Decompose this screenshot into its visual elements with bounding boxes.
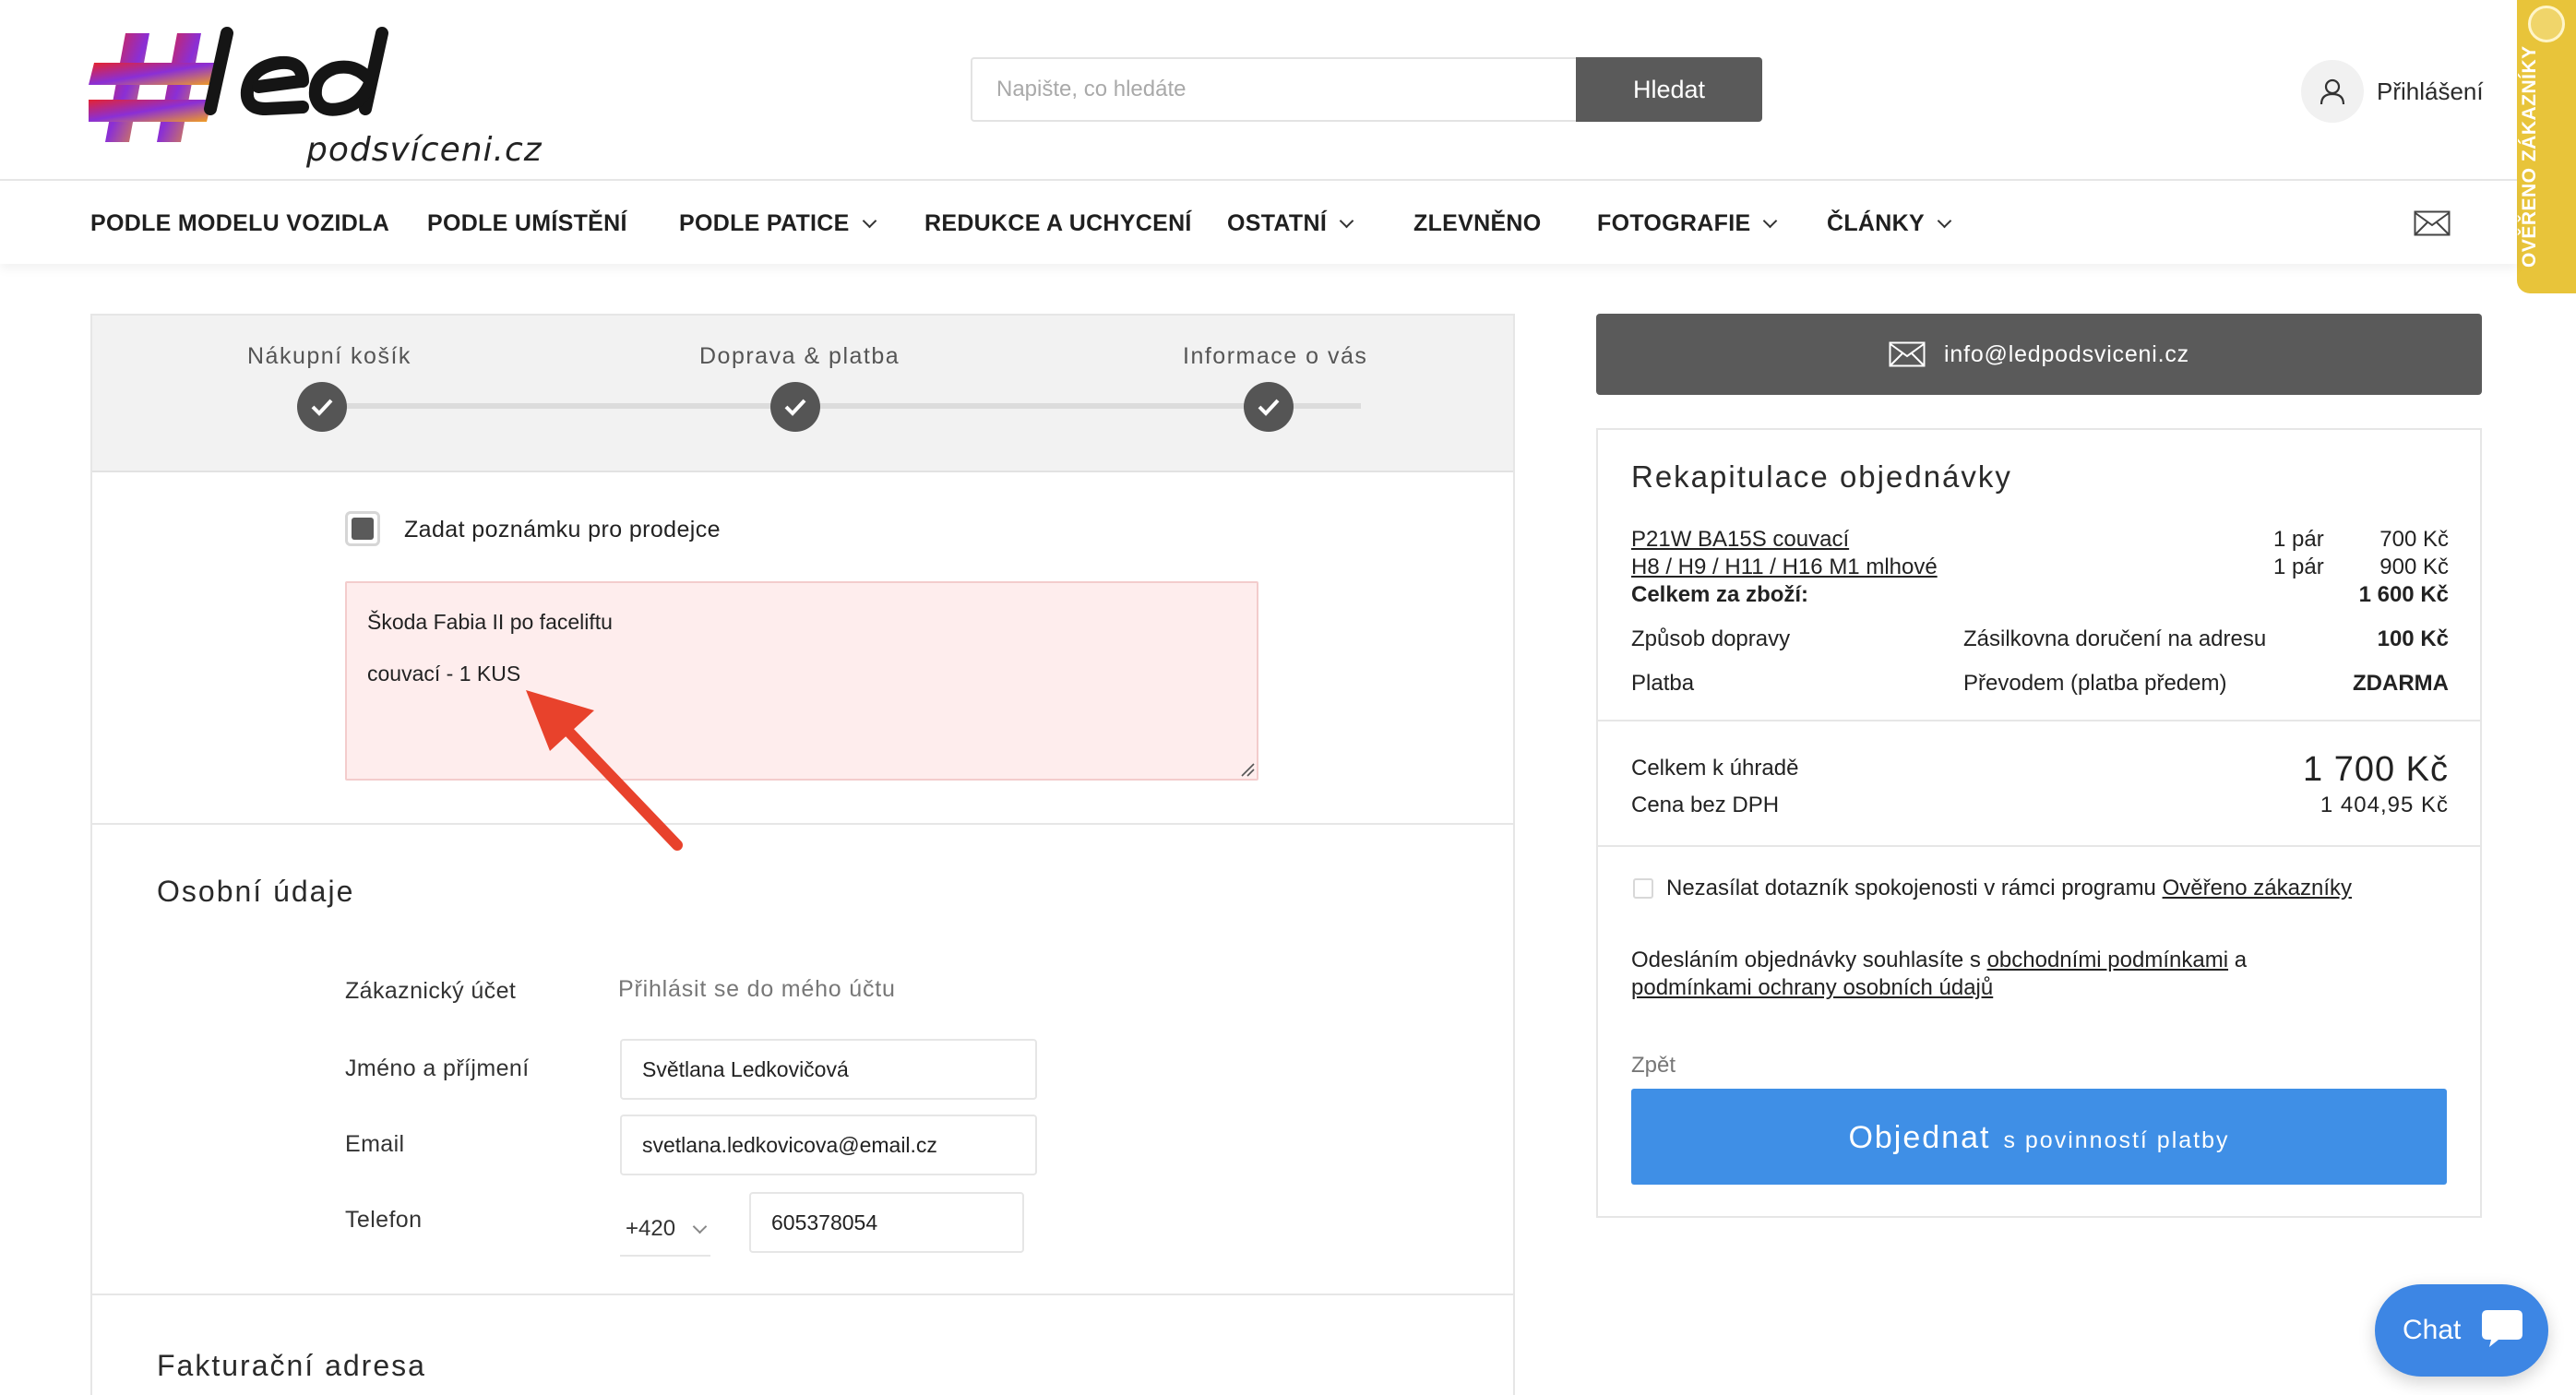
phone-value: 605378054 bbox=[771, 1210, 878, 1234]
nav-item-podle-modelu[interactable]: PODLE MODELU VOZIDLA bbox=[90, 210, 389, 237]
nav-item-podle-patice[interactable]: PODLE PATICE bbox=[679, 210, 877, 237]
payment-label: Platba bbox=[1631, 671, 1695, 696]
chat-button[interactable]: Chat bbox=[2375, 1284, 2548, 1377]
name-field[interactable]: Světlana Ledkovičová bbox=[620, 1039, 1037, 1100]
email-value: svetlana.ledkovicova@email.cz bbox=[642, 1132, 937, 1157]
checkout-form: Nákupní košík Doprava & platba Informace… bbox=[90, 314, 1515, 1395]
phone-label: Telefon bbox=[345, 1207, 423, 1233]
logo-subtitle: podsvíceni.cz bbox=[306, 131, 543, 169]
shipping-method: Zásilkovna doručení na adresu bbox=[1963, 626, 2267, 651]
nav-item-fotografie[interactable]: FOTOGRAFIE bbox=[1597, 210, 1778, 237]
chevron-down-icon bbox=[1339, 213, 1354, 229]
product-price: 700 Kč bbox=[2379, 527, 2449, 552]
goods-total-label: Celkem za zboží: bbox=[1631, 582, 1809, 607]
divider bbox=[92, 1294, 1513, 1295]
chevron-down-icon bbox=[692, 1219, 708, 1234]
note-line: Škoda Fabia II po faceliftu bbox=[367, 610, 613, 634]
payment-price: ZDARMA bbox=[2353, 671, 2449, 696]
novat-price: 1 404,95 Kč bbox=[2320, 793, 2449, 817]
personal-info-title: Osobní údaje bbox=[157, 875, 355, 908]
step-label-shipping[interactable]: Doprava & platba bbox=[699, 343, 900, 370]
order-summary-title: Rekapitulace objednávky bbox=[1631, 459, 2012, 494]
survey-optout-checkbox[interactable] bbox=[1633, 878, 1653, 899]
note-line: couvací - 1 KUS bbox=[367, 662, 521, 686]
goods-total: 1 600 Kč bbox=[2358, 582, 2449, 607]
place-order-button[interactable]: Objednat s povinností platby bbox=[1631, 1089, 2447, 1185]
checkbox-checked-mark bbox=[352, 518, 374, 540]
divider bbox=[1598, 720, 2480, 721]
nav-item-clanky[interactable]: ČLÁNKY bbox=[1827, 210, 1952, 237]
step-label-info: Informace o vás bbox=[1183, 343, 1368, 369]
verified-badge-label: OVĚŘENO ZÁKAZNÍKY bbox=[2519, 45, 2540, 268]
name-label: Jméno a příjmení bbox=[345, 1055, 530, 1081]
novat-label: Cena bez DPH bbox=[1631, 793, 1780, 817]
name-value: Světlana Ledkovičová bbox=[642, 1056, 849, 1081]
terms-text: Odesláním objednávky souhlasíte s obchod… bbox=[1631, 948, 2248, 972]
contact-email: info@ledpodsviceni.cz bbox=[1944, 340, 2189, 367]
divider bbox=[1598, 845, 2480, 847]
total-label: Celkem k úhradě bbox=[1631, 756, 1799, 781]
nav-item-podle-umisteni[interactable]: PODLE UMÍSTĚNÍ bbox=[427, 210, 627, 237]
product-link[interactable]: H8 / H9 / H11 / H16 M1 mlhové bbox=[1631, 554, 1938, 581]
phone-prefix-value: +420 bbox=[626, 1216, 676, 1241]
shipping-label: Způsob dopravy bbox=[1631, 626, 1791, 651]
payment-method: Převodem (platba předem) bbox=[1963, 671, 2227, 696]
chevron-down-icon bbox=[1937, 213, 1952, 229]
check-icon[interactable] bbox=[770, 382, 820, 432]
verified-badge[interactable]: OVĚŘENO ZÁKAZNÍKY bbox=[2517, 0, 2576, 293]
shipping-price: 100 Kč bbox=[2377, 626, 2449, 651]
user-icon bbox=[2301, 60, 2364, 123]
site-logo[interactable]: podsvíceni.cz bbox=[83, 24, 542, 169]
billing-address-title: Fakturační adresa bbox=[157, 1349, 426, 1382]
privacy-link[interactable]: podmínkami ochrany osobních údajů bbox=[1631, 974, 1993, 1002]
nav-item-ostatni[interactable]: OSTATNÍ bbox=[1227, 210, 1354, 237]
total-price: 1 700 Kč bbox=[2303, 750, 2449, 789]
nav-item-zlevneno[interactable]: ZLEVNĚNO bbox=[1413, 210, 1542, 237]
step-label-cart[interactable]: Nákupní košík bbox=[247, 343, 411, 370]
email-label: Email bbox=[345, 1131, 405, 1157]
seal-icon bbox=[2528, 6, 2565, 42]
contact-email-bar[interactable]: info@ledpodsviceni.cz bbox=[1596, 314, 2482, 395]
login-link[interactable]: Přihlášení bbox=[2301, 59, 2484, 124]
seller-note-checkbox[interactable] bbox=[345, 511, 380, 546]
main-nav: PODLE MODELU VOZIDLA PODLE UMÍSTĚNÍ PODL… bbox=[0, 183, 2517, 264]
site-header: podsvíceni.cz Hledat Přihlášení bbox=[0, 0, 2576, 181]
nav-item-redukce[interactable]: REDUKCE A UCHYCENÍ bbox=[924, 210, 1192, 237]
back-link[interactable]: Zpět bbox=[1631, 1052, 1676, 1079]
phone-field[interactable]: 605378054 bbox=[749, 1192, 1024, 1253]
email-field[interactable]: svetlana.ledkovicova@email.cz bbox=[620, 1115, 1037, 1175]
steps-progress-line bbox=[323, 403, 1361, 409]
verified-program-link[interactable]: Ověřeno zákazníky bbox=[2163, 876, 2352, 900]
chevron-down-icon bbox=[862, 213, 877, 229]
account-label: Zákaznický účet bbox=[345, 978, 517, 1004]
survey-optout-label: Nezasílat dotazník spokojenosti v rámci … bbox=[1666, 876, 2353, 900]
search-button[interactable]: Hledat bbox=[1576, 57, 1762, 122]
envelope-icon[interactable] bbox=[2414, 210, 2451, 241]
order-summary: Rekapitulace objednávky P21W BA15S couva… bbox=[1596, 428, 2482, 1218]
seller-note-textarea[interactable]: Škoda Fabia II po faceliftu couvací - 1 … bbox=[345, 581, 1258, 781]
terms-link[interactable]: obchodními podmínkami bbox=[1987, 948, 2228, 972]
check-icon[interactable] bbox=[297, 382, 347, 432]
order-button-sub: s povinností platby bbox=[2003, 1127, 2230, 1153]
red-arrow-annotation bbox=[526, 690, 683, 851]
product-price: 900 Kč bbox=[2379, 554, 2449, 579]
chat-bubble-icon bbox=[2482, 1310, 2522, 1347]
divider bbox=[92, 823, 1513, 825]
chat-label: Chat bbox=[2403, 1315, 2462, 1345]
envelope-icon bbox=[1889, 341, 1926, 367]
check-icon bbox=[1244, 382, 1294, 432]
product-link[interactable]: P21W BA15S couvací bbox=[1631, 526, 1849, 554]
phone-prefix-select[interactable]: +420 bbox=[620, 1203, 710, 1257]
seller-note-label: Zadat poznámku pro prodejce bbox=[404, 517, 721, 542]
search-input[interactable] bbox=[971, 57, 1578, 122]
login-to-account-link[interactable]: Přihlásit se do mého účtu bbox=[618, 976, 896, 1003]
login-label: Přihlášení bbox=[2377, 77, 2484, 105]
order-button-main: Objednat bbox=[1848, 1120, 1991, 1155]
chevron-down-icon bbox=[1763, 213, 1778, 229]
resize-grip-icon[interactable] bbox=[1240, 762, 1255, 777]
checkout-steps: Nákupní košík Doprava & platba Informace… bbox=[92, 316, 1513, 472]
